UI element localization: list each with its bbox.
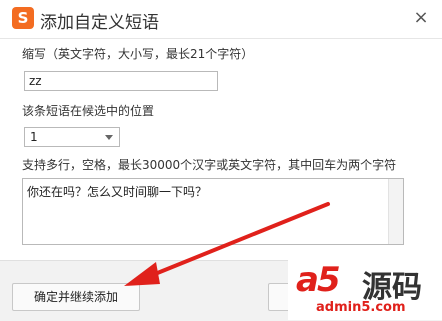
chevron-down-icon [105, 135, 113, 140]
dialog-title: 添加自定义短语 [40, 13, 159, 33]
confirm-continue-button[interactable]: 确定并继续添加 [12, 283, 140, 311]
content-textarea[interactable]: 你还在吗？怎么又时间聊一下吗？ [22, 178, 404, 245]
title-bar: S 添加自定义短语 × [0, 0, 442, 39]
content-label: 支持多行，空格，最长30000个汉字或英文字符，其中回车为两个字符 [22, 158, 397, 172]
content-textarea-value: 你还在吗？怎么又时间聊一下吗？ [27, 185, 208, 199]
watermark: a5 源码 admin5.com [288, 256, 442, 320]
abbr-input-value: zz [29, 74, 42, 88]
close-icon[interactable]: × [408, 6, 434, 30]
watermark-url: admin5.com [316, 300, 406, 315]
position-select-value: 1 [30, 130, 38, 144]
watermark-logo: a5 [296, 260, 341, 300]
position-label: 该条短语在候选中的位置 [22, 104, 155, 118]
textarea-scrollbar[interactable] [388, 179, 403, 244]
abbr-input[interactable]: zz [24, 71, 218, 91]
position-select[interactable]: 1 [24, 127, 120, 147]
abbr-label: 缩写（英文字符，大小写，最长21个字符） [22, 47, 254, 61]
sogou-logo-icon: S [12, 7, 34, 29]
